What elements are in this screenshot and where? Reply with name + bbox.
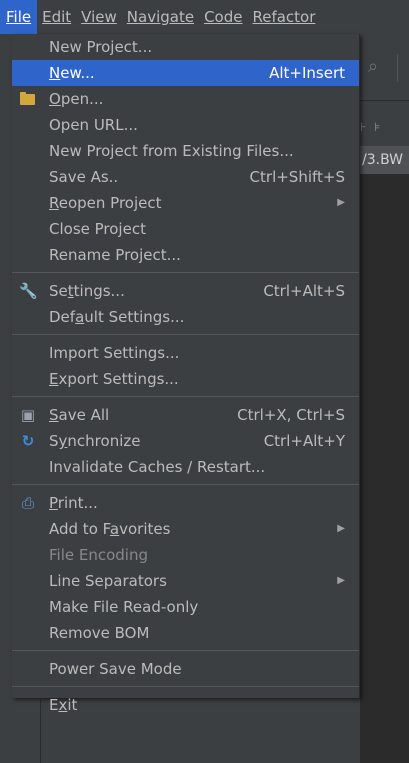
menu-item-label: Power Save Mode — [49, 660, 182, 678]
wrench-icon: 🔧 — [19, 282, 38, 300]
mnemonic-r: R — [49, 194, 59, 212]
menu-item-label: Line Separators — [49, 572, 167, 590]
menu-item-power-save-mode[interactable]: Power Save Mode — [12, 656, 359, 682]
menu-separator — [12, 396, 359, 397]
menu-item-label: Default Settings... — [49, 308, 185, 326]
menu-item-reopen-project[interactable]: Reopen Project ▶ — [12, 190, 359, 216]
menu-file[interactable]: File — [0, 0, 38, 34]
toolbar-divider — [397, 54, 398, 82]
menu-item-export-settings[interactable]: Export Settings... — [12, 366, 359, 392]
menu-item-label: Synchronize — [49, 432, 141, 450]
print-icon: ⎙ — [21, 494, 34, 512]
menu-item-rename-project[interactable]: Rename Project... — [12, 242, 359, 268]
menu-edit[interactable]: Edit — [37, 0, 76, 34]
menu-item-remove-bom[interactable]: Remove BOM — [12, 620, 359, 646]
menu-item-save-all[interactable]: ▣ Save All Ctrl+X, Ctrl+S — [12, 402, 359, 428]
menu-separator — [12, 334, 359, 335]
menu-item-open-url[interactable]: Open URL... — [12, 112, 359, 138]
menu-item-label: Exit — [49, 696, 78, 714]
file-menu-dropdown: New Project... New... Alt+Insert Open...… — [12, 34, 360, 714]
menu-item-import-settings[interactable]: Import Settings... — [12, 340, 359, 366]
menu-code-label: Code — [204, 8, 243, 26]
menu-item-shortcut: Ctrl+X, Ctrl+S — [237, 406, 345, 424]
menu-item-file-encoding: File Encoding — [12, 542, 359, 568]
menu-item-save-as[interactable]: Save As.. Ctrl+Shift+S — [12, 164, 359, 190]
menu-item-new[interactable]: New... Alt+Insert — [12, 60, 359, 86]
menu-item-default-settings[interactable]: Default Settings... — [12, 304, 359, 330]
menu-view[interactable]: View — [76, 0, 122, 34]
menu-item-label: New Project... — [49, 38, 153, 56]
menu-item-label: Import Settings... — [49, 344, 180, 362]
menu-bar: File Edit View Navigate Code Refactor — [0, 0, 409, 34]
menu-item-synchronize[interactable]: ↻ Synchronize Ctrl+Alt+Y — [12, 428, 359, 454]
menu-item-label: Invalidate Caches / Restart... — [49, 458, 266, 476]
menu-view-label: View — [81, 8, 117, 26]
mnemonic-e: E — [49, 370, 59, 388]
menu-code[interactable]: Code — [199, 0, 247, 34]
submenu-arrow-icon: ▶ — [337, 197, 345, 208]
mnemonic-t: t — [67, 282, 74, 300]
menu-item-label: Export Settings... — [49, 370, 179, 388]
collapse-expand-icons[interactable]: ⊦ ⊧ — [360, 120, 409, 134]
mnemonic-s: S — [49, 406, 59, 424]
submenu-arrow-icon: ▶ — [337, 575, 345, 586]
search-icon[interactable]: ⌕ — [362, 56, 384, 78]
mnemonic-y: y — [58, 432, 68, 450]
menu-separator — [12, 650, 359, 651]
left-gutter — [0, 700, 12, 763]
menu-item-label: Open URL... — [49, 116, 138, 134]
menu-item-label: Print... — [49, 494, 98, 512]
menu-refactor[interactable]: Refactor — [247, 0, 320, 34]
menu-separator — [12, 272, 359, 273]
sync-icon: ↻ — [21, 432, 35, 450]
menu-item-invalidate-caches[interactable]: Invalidate Caches / Restart... — [12, 454, 359, 480]
menu-item-new-from-existing[interactable]: New Project from Existing Files... — [12, 138, 359, 164]
menu-item-close-project[interactable]: Close Project — [12, 216, 359, 242]
mnemonic-o: O — [49, 90, 61, 108]
menu-item-add-to-favorites[interactable]: Add to Favorites ▶ — [12, 516, 359, 542]
menu-navigate-label: Navigate — [126, 8, 195, 26]
menu-item-label: Make File Read-only — [49, 598, 199, 616]
menu-separator — [12, 484, 359, 485]
menu-item-label: New... — [49, 64, 95, 82]
mnemonic-n: N — [49, 64, 61, 82]
menu-item-print[interactable]: ⎙ Print... — [12, 490, 359, 516]
menu-item-line-separators[interactable]: Line Separators ▶ — [12, 568, 359, 594]
menu-item-label: File Encoding — [49, 546, 148, 564]
menu-item-label: Settings... — [49, 282, 125, 300]
menu-item-label: Reopen Project — [49, 194, 162, 212]
menu-item-exit[interactable]: Exit — [12, 692, 359, 718]
editor-tab[interactable]: /3.BW — [356, 146, 409, 174]
menu-item-label: Save All — [49, 406, 110, 424]
menu-item-shortcut: Alt+Insert — [269, 64, 345, 82]
menu-edit-label: Edit — [42, 8, 72, 26]
menu-item-shortcut: Ctrl+Alt+S — [263, 282, 345, 300]
menu-item-label: Rename Project... — [49, 246, 181, 264]
mnemonic-a: a — [75, 308, 85, 326]
menu-item-new-project[interactable]: New Project... — [12, 34, 359, 60]
menu-file-label: File — [6, 8, 32, 26]
menu-item-make-read-only[interactable]: Make File Read-only — [12, 594, 359, 620]
menu-item-label: New Project from Existing Files... — [49, 142, 294, 160]
mnemonic-a: a — [109, 520, 120, 538]
menu-item-shortcut: Ctrl+Shift+S — [249, 168, 345, 186]
submenu-arrow-icon: ▶ — [337, 523, 345, 534]
menu-navigate[interactable]: Navigate — [122, 0, 199, 34]
menu-item-label: Save As.. — [49, 168, 119, 186]
mnemonic-x: x — [58, 696, 68, 714]
menu-item-settings[interactable]: 🔧 Settings... Ctrl+Alt+S — [12, 278, 359, 304]
menu-item-label: Remove BOM — [49, 624, 150, 642]
menu-item-label: Add to Favorites — [49, 520, 171, 538]
editor-area — [360, 174, 409, 763]
menu-item-label: Open... — [49, 90, 104, 108]
menu-item-open[interactable]: Open... — [12, 86, 359, 112]
menu-separator — [12, 686, 359, 687]
menu-item-label: Close Project — [49, 220, 146, 238]
mnemonic-p: P — [49, 494, 58, 512]
menu-refactor-label: Refactor — [252, 8, 316, 26]
menu-item-shortcut: Ctrl+Alt+Y — [263, 432, 345, 450]
save-all-icon: ▣ — [20, 406, 36, 424]
folder-icon — [19, 90, 37, 108]
